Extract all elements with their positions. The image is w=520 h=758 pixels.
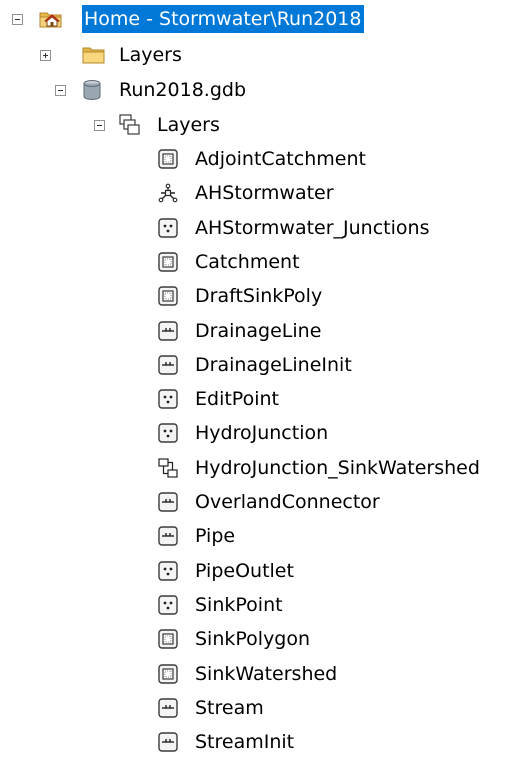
feature-class-label[interactable]: OverlandConnector: [193, 488, 382, 516]
feature-class-item[interactable]: SinkWatershed: [0, 658, 520, 690]
feature-class-item[interactable]: DraftSinkPoly: [0, 280, 520, 312]
collapse-toggle-icon[interactable]: [12, 14, 23, 25]
polygon-feature-class-icon: [158, 629, 178, 649]
point-feature-class-icon: [158, 595, 178, 615]
feature-class-label[interactable]: HydroJunction: [193, 419, 330, 447]
tree-node-feature-dataset[interactable]: Layers: [0, 109, 520, 141]
line-feature-class-icon: [158, 492, 178, 512]
feature-class-item[interactable]: DrainageLine: [0, 315, 520, 347]
feature-class-label[interactable]: StreamInit: [193, 728, 296, 756]
folder-icon: [82, 45, 106, 65]
feature-class-item[interactable]: Catchment: [0, 246, 520, 278]
feature-class-item[interactable]: EditPoint: [0, 383, 520, 415]
line-feature-class-icon: [158, 321, 178, 341]
collapse-toggle-icon[interactable]: [55, 85, 66, 96]
line-feature-class-icon: [158, 355, 178, 375]
feature-class-label[interactable]: AdjointCatchment: [193, 145, 368, 173]
feature-dataset-label[interactable]: Layers: [155, 111, 222, 139]
tree-node-layers-folder[interactable]: Layers: [0, 39, 520, 71]
feature-class-label[interactable]: HydroJunction_SinkWatershed: [193, 454, 482, 482]
feature-class-label[interactable]: SinkPoint: [193, 591, 285, 619]
feature-class-label[interactable]: Stream: [193, 694, 266, 722]
line-feature-class-icon: [158, 698, 178, 718]
feature-class-item[interactable]: DrainageLineInit: [0, 349, 520, 381]
tree-node-root[interactable]: Home - Stormwater\Run2018: [0, 3, 520, 35]
feature-class-label[interactable]: DraftSinkPoly: [193, 282, 324, 310]
feature-class-item[interactable]: HydroJunction: [0, 417, 520, 449]
feature-class-label[interactable]: Catchment: [193, 248, 302, 276]
line-feature-class-icon: [158, 526, 178, 546]
polygon-feature-class-icon: [158, 286, 178, 306]
feature-class-item[interactable]: AdjointCatchment: [0, 143, 520, 175]
tree-node-geodatabase[interactable]: Run2018.gdb: [0, 74, 520, 106]
feature-class-label[interactable]: AHStormwater_Junctions: [193, 214, 431, 242]
feature-class-item[interactable]: StreamInit: [0, 726, 520, 758]
expand-toggle-icon[interactable]: [40, 50, 51, 61]
point-feature-class-icon: [158, 423, 178, 443]
geodatabase-label[interactable]: Run2018.gdb: [117, 76, 248, 104]
polygon-feature-class-icon: [158, 664, 178, 684]
point-feature-class-icon: [158, 561, 178, 581]
polygon-feature-class-icon: [158, 252, 178, 272]
line-feature-class-icon: [158, 732, 178, 752]
home-folder-icon: [39, 9, 63, 29]
geometric-network-icon: [158, 183, 178, 203]
feature-class-item[interactable]: AHStormwater_Junctions: [0, 212, 520, 244]
collapse-toggle-icon[interactable]: [94, 120, 105, 131]
feature-class-label[interactable]: AHStormwater: [193, 179, 336, 207]
feature-class-item[interactable]: Pipe: [0, 520, 520, 552]
feature-class-item[interactable]: SinkPolygon: [0, 623, 520, 655]
point-feature-class-icon: [158, 218, 178, 238]
layers-folder-label[interactable]: Layers: [117, 41, 184, 69]
feature-class-label[interactable]: DrainageLineInit: [193, 351, 354, 379]
feature-class-item[interactable]: Stream: [0, 692, 520, 724]
feature-class-item[interactable]: AHStormwater: [0, 177, 520, 209]
feature-class-item[interactable]: SinkPoint: [0, 589, 520, 621]
feature-class-label[interactable]: Pipe: [193, 522, 237, 550]
feature-class-label[interactable]: SinkWatershed: [193, 660, 339, 688]
feature-class-label[interactable]: PipeOutlet: [193, 557, 296, 585]
relationship-class-icon: [158, 458, 178, 478]
feature-dataset-icon: [119, 114, 141, 136]
polygon-feature-class-icon: [158, 149, 178, 169]
point-feature-class-icon: [158, 389, 178, 409]
root-label[interactable]: Home - Stormwater\Run2018: [82, 5, 364, 33]
feature-class-label[interactable]: EditPoint: [193, 385, 281, 413]
feature-class-item[interactable]: OverlandConnector: [0, 486, 520, 518]
geodatabase-icon: [81, 79, 103, 101]
feature-class-item[interactable]: HydroJunction_SinkWatershed: [0, 452, 520, 484]
feature-class-label[interactable]: SinkPolygon: [193, 625, 312, 653]
feature-class-item[interactable]: PipeOutlet: [0, 555, 520, 587]
feature-class-label[interactable]: DrainageLine: [193, 317, 323, 345]
